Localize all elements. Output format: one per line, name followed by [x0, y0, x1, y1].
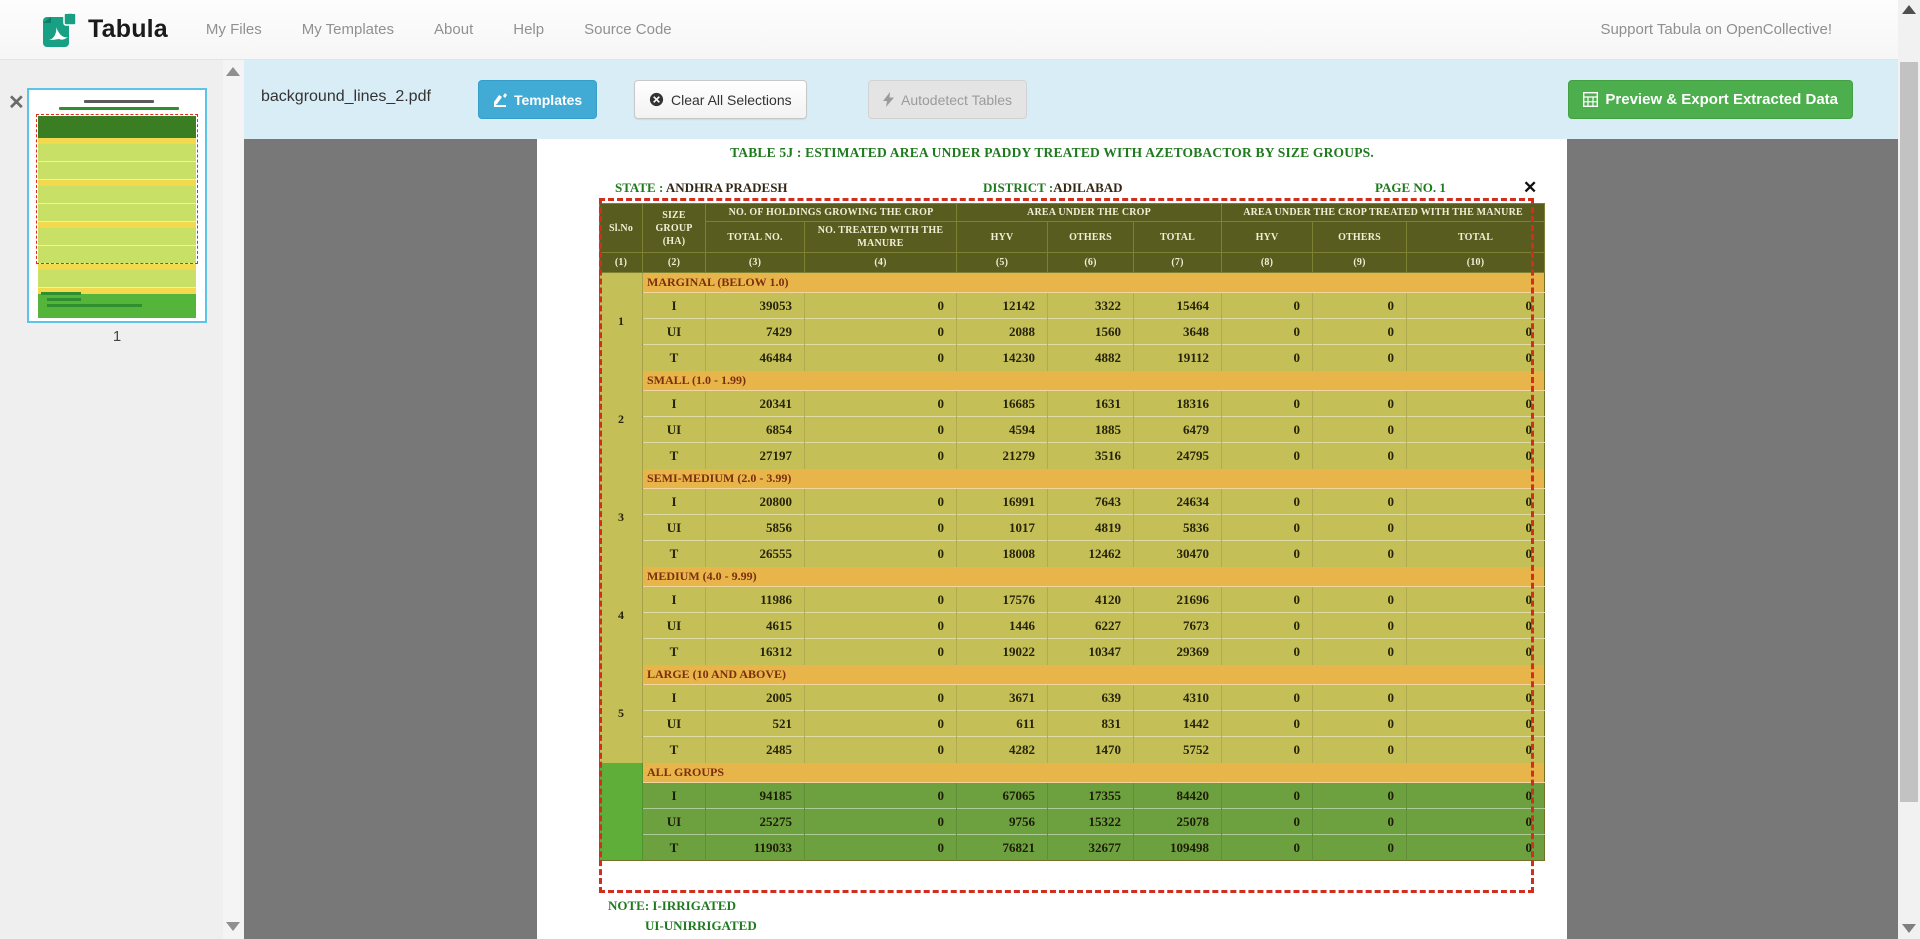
- templates-label: Templates: [514, 92, 582, 108]
- district-field: DISTRICT :ADILABAD: [983, 180, 1123, 196]
- table-selection-overlay[interactable]: [599, 198, 1534, 893]
- autodetect-label: Autodetect Tables: [901, 92, 1012, 108]
- autodetect-icon: [883, 92, 894, 107]
- district-value: ADILABAD: [1053, 180, 1122, 195]
- tray-scroll-up-icon[interactable]: [226, 67, 240, 76]
- open-filename: background_lines_2.pdf: [261, 88, 431, 106]
- export-table-icon: [1583, 92, 1598, 107]
- scroll-up-icon[interactable]: [1902, 5, 1916, 14]
- district-label: DISTRICT :: [983, 180, 1053, 195]
- thumbnail-selection-overlay: [36, 114, 198, 264]
- thumb-title-line: [84, 100, 154, 103]
- scroll-down-icon[interactable]: [1902, 924, 1916, 933]
- nav-item-my-files[interactable]: My Files: [206, 21, 262, 38]
- preview-export-button[interactable]: Preview & Export Extracted Data: [1568, 80, 1853, 119]
- note-line-1: NOTE: I-IRRIGATED: [608, 896, 757, 916]
- document-title: TABLE 5J : ESTIMATED AREA UNDER PADDY TR…: [537, 145, 1567, 161]
- document-notes: NOTE: I-IRRIGATED UI-UNIRRIGATED: [608, 896, 757, 936]
- state-field: STATE : ANDHRA PRADESH: [615, 180, 788, 196]
- support-link[interactable]: Support Tabula on OpenCollective!: [1600, 21, 1832, 38]
- clear-selections-label: Clear All Selections: [671, 92, 792, 108]
- tabula-app: Tabula My Files My Templates About Help …: [0, 0, 1920, 939]
- page-tray: ✕ 1: [0, 60, 244, 939]
- selection-close-icon[interactable]: ✕: [1523, 179, 1537, 196]
- state-label: STATE :: [615, 180, 663, 195]
- clear-selections-icon: [649, 92, 664, 107]
- pdf-viewport: TABLE 5J : ESTIMATED AREA UNDER PADDY TR…: [244, 139, 1898, 939]
- page-thumbnail[interactable]: [27, 88, 207, 323]
- thumbnail-page-number: 1: [27, 328, 207, 345]
- tray-scroll-down-icon[interactable]: [226, 922, 240, 931]
- remove-page-icon[interactable]: ✕: [8, 93, 25, 113]
- brand[interactable]: Tabula: [40, 9, 168, 51]
- pdf-page: TABLE 5J : ESTIMATED AREA UNDER PADDY TR…: [537, 139, 1567, 939]
- nav-item-source-code[interactable]: Source Code: [584, 21, 672, 38]
- nav-item-my-templates[interactable]: My Templates: [302, 21, 394, 38]
- state-value: ANDHRA PRADESH: [666, 180, 788, 195]
- tray-scrollbar[interactable]: [223, 60, 244, 939]
- nav-item-about[interactable]: About: [434, 21, 473, 38]
- top-nav: Tabula My Files My Templates About Help …: [0, 0, 1898, 60]
- nav-menu: My Files My Templates About Help Source …: [206, 21, 672, 38]
- nav-item-help[interactable]: Help: [513, 21, 544, 38]
- autodetect-tables-button[interactable]: Autodetect Tables: [868, 80, 1027, 119]
- export-label: Preview & Export Extracted Data: [1605, 91, 1838, 108]
- note-line-2: UI-UNIRRIGATED: [645, 916, 757, 936]
- toolbar: background_lines_2.pdf Templates Clear A…: [244, 60, 1898, 139]
- scrollbar-thumb[interactable]: [1900, 62, 1918, 802]
- clear-all-selections-button[interactable]: Clear All Selections: [634, 80, 807, 119]
- page-number-label: PAGE NO. 1: [1375, 180, 1446, 196]
- window-scrollbar[interactable]: [1898, 0, 1920, 939]
- templates-icon: [493, 93, 507, 107]
- brand-title: Tabula: [88, 15, 168, 44]
- thumb-subtitle-line: [59, 107, 179, 110]
- templates-button[interactable]: Templates: [478, 80, 597, 119]
- tabula-logo-icon: [40, 9, 78, 51]
